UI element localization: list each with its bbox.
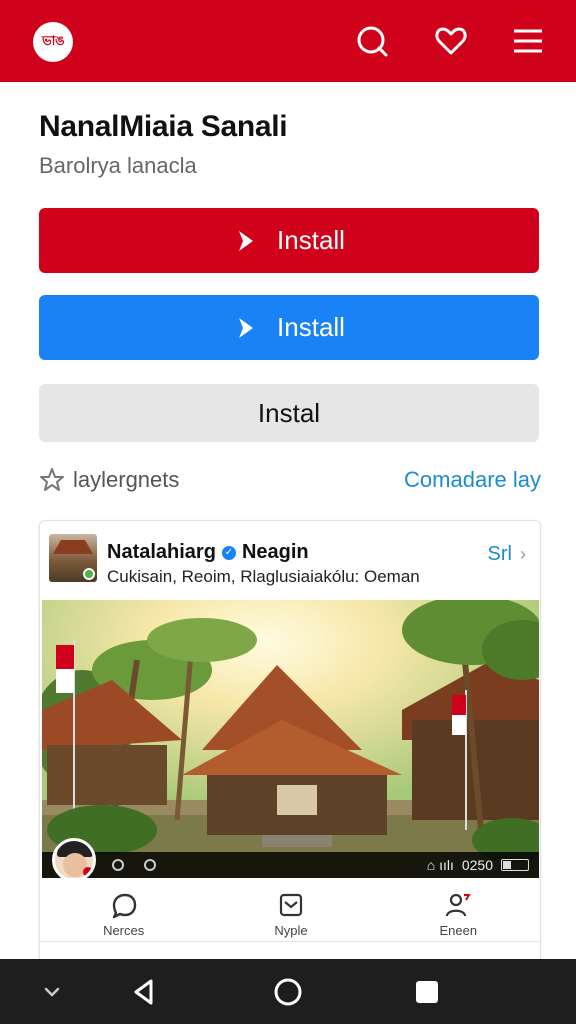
arrow-right-icon	[239, 230, 254, 251]
back-icon[interactable]	[128, 976, 160, 1008]
meta-row: laylergnets Comadare lay	[39, 463, 541, 497]
nav-label-profile: Eneen	[439, 922, 478, 938]
post-card: Natalahiarg ✓ Neagin Cukisain, Reoim, Rl…	[39, 520, 541, 980]
card-bottom-nav: Nerces Nyple Eneen	[40, 883, 540, 945]
nav-item-messages[interactable]: Nerces	[40, 883, 207, 945]
install-button-secondary-label: Install	[277, 312, 345, 342]
app-subtitle: Barolrya lanacla	[39, 153, 197, 178]
post-subtitle: Cukisain, Reoim, Rlaglusiaiakólu: Oeman	[107, 567, 420, 586]
post-image[interactable]: ⌂ ıılı 0250	[42, 600, 539, 878]
divider	[40, 941, 540, 942]
post-author-name-2: Neagin	[241, 541, 309, 563]
home-icon[interactable]	[272, 976, 304, 1008]
circle-icon[interactable]	[144, 859, 156, 871]
rating-section[interactable]: laylergnets	[39, 467, 179, 493]
top-app-bar: ভাঙ	[0, 0, 576, 82]
rating-label: laylergnets	[73, 467, 180, 492]
install-button-primary-label: Install	[277, 225, 345, 255]
post-author[interactable]: Natalahiarg ✓ Neagin	[107, 541, 309, 564]
video-status-bar: ⌂ ıılı 0250	[42, 852, 539, 878]
nav-item-profile[interactable]: Eneen	[375, 883, 540, 945]
install-button-secondary[interactable]: Install	[39, 295, 539, 360]
heart-icon[interactable]	[434, 24, 468, 58]
signal-icon: ⌂ ıılı	[426, 857, 454, 873]
video-time: 0250	[461, 857, 493, 873]
nav-label-inbox: Nyple	[274, 922, 308, 938]
compare-link[interactable]: Comadare lay	[404, 467, 541, 493]
app-title: NanalMiaia Sanali	[39, 110, 288, 143]
online-status-dot	[83, 568, 95, 580]
more-label: Srl	[487, 543, 512, 565]
post-thumbnail[interactable]	[49, 534, 97, 582]
nav-label-messages: Nerces	[103, 922, 145, 938]
star-icon	[40, 468, 64, 491]
search-icon[interactable]	[355, 24, 389, 58]
install-button-plain[interactable]: Instal	[39, 384, 539, 442]
menu-icon[interactable]	[511, 24, 545, 58]
inbox-icon	[279, 893, 303, 916]
brand-logo[interactable]: ভাঙ	[33, 22, 73, 62]
post-author-name: Natalahiarg	[107, 541, 216, 563]
chat-icon	[112, 893, 136, 918]
verified-icon: ✓	[221, 545, 236, 560]
record-icon[interactable]	[112, 859, 124, 871]
recents-icon[interactable]	[411, 976, 443, 1008]
battery-icon	[501, 859, 529, 871]
arrow-right-icon	[239, 317, 254, 338]
avatar[interactable]	[52, 838, 96, 878]
more-link[interactable]: Srl ›	[488, 543, 526, 566]
chevron-down-icon[interactable]	[36, 976, 68, 1008]
chevron-right-icon: ›	[520, 544, 526, 564]
village-scene-image	[42, 600, 539, 878]
nav-item-inbox[interactable]: Nyple	[207, 883, 374, 945]
install-button-primary[interactable]: Install	[39, 208, 539, 273]
notification-dot	[83, 867, 93, 877]
profile-icon	[446, 893, 472, 916]
system-nav-bar	[0, 959, 576, 1024]
install-button-plain-label: Instal	[257, 397, 321, 428]
